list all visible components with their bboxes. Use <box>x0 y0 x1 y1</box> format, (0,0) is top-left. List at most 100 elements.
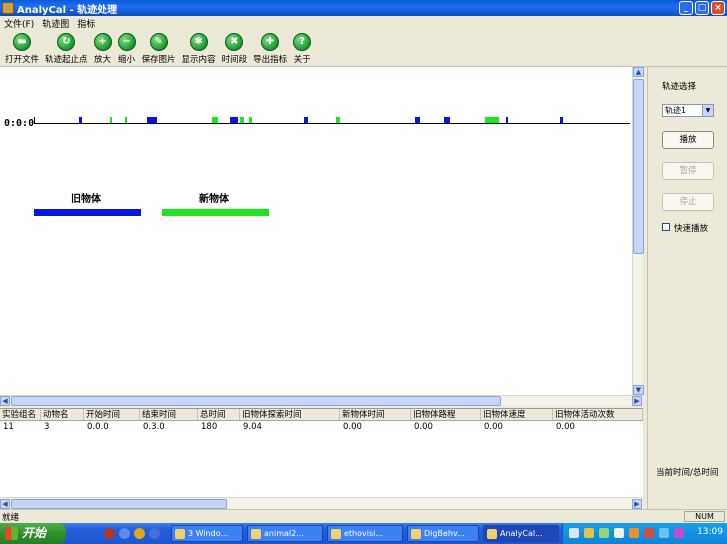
column-header[interactable]: 新物体时间 <box>340 409 411 420</box>
show-content-button[interactable]: ✱ 显示内容 <box>180 30 218 66</box>
taskbar-item-label: DigBehv... <box>424 529 465 538</box>
help-icon: ? <box>293 33 312 51</box>
scroll-down-icon[interactable]: ▼ <box>633 385 644 395</box>
vertical-scrollbar[interactable]: ▲ ▼ <box>632 67 644 395</box>
about-label: 关于 <box>293 55 311 65</box>
taskbar-item[interactable]: 3 Windo... <box>171 525 243 542</box>
maximize-button[interactable]: □ <box>695 1 709 15</box>
table-cell: 180 <box>201 422 218 432</box>
chevron-down-icon[interactable]: ▼ <box>702 105 713 116</box>
column-header[interactable]: 总时间 <box>198 409 240 420</box>
app-window-icon <box>411 529 421 539</box>
save-image-icon: ✎ <box>149 33 168 51</box>
taskbar-item-label: animal2... <box>264 529 304 538</box>
time-segment-label: 时间段 <box>221 55 248 65</box>
table-row[interactable]: 11 3 0.0.0 0.3.0 180 9.04 0.00 0.00 0.00… <box>0 421 643 433</box>
column-header[interactable]: 旧物体速度 <box>481 409 553 420</box>
fast-play-checkbox[interactable] <box>662 223 670 231</box>
taskbar-item[interactable]: DigBehv... <box>407 525 479 542</box>
zoom-out-button[interactable]: − 缩小 <box>116 30 138 66</box>
minimize-button[interactable]: _ <box>679 1 693 15</box>
scroll-right-icon[interactable]: ▶ <box>632 396 642 406</box>
title-bar[interactable]: AnalyCal - 轨迹处理 _ □ × <box>0 0 727 16</box>
taskbar-item[interactable]: ethovisi... <box>327 525 403 542</box>
table-cell: 0.00 <box>343 422 362 432</box>
taskbar-item-active[interactable]: AnalyCal... <box>483 525 559 542</box>
menu-metrics[interactable]: 指标 <box>73 17 99 30</box>
timeline-segment-old <box>560 117 563 123</box>
column-header[interactable]: 旧物体路程 <box>411 409 481 420</box>
quicklaunch-icon[interactable] <box>104 528 115 539</box>
scroll-left-icon[interactable]: ◀ <box>0 396 10 406</box>
open-file-button[interactable]: ▬ 打开文件 <box>3 30 41 66</box>
close-button[interactable]: × <box>711 1 725 15</box>
folder-icon <box>175 529 185 539</box>
tray-icon[interactable] <box>599 528 609 538</box>
tray-icon[interactable] <box>584 528 594 538</box>
horizontal-scroll-thumb[interactable] <box>11 396 501 406</box>
save-image-button[interactable]: ✎ 保存图片 <box>140 30 178 66</box>
clock: 13:09 <box>697 527 723 537</box>
table-cell: 3 <box>44 422 50 432</box>
timeline-segment-old <box>303 117 308 123</box>
open-file-icon: ▬ <box>13 33 31 51</box>
quicklaunch-icon[interactable] <box>119 528 130 539</box>
quicklaunch-icon[interactable] <box>149 528 160 539</box>
timeline-segment-new <box>124 117 127 123</box>
column-header[interactable]: 结束时间 <box>140 409 198 420</box>
zoom-in-button[interactable]: + 放大 <box>92 30 114 66</box>
table-scroll-thumb[interactable] <box>11 499 227 509</box>
taskbar-item[interactable]: animal2... <box>247 525 323 542</box>
play-button[interactable]: 播放 <box>662 131 714 149</box>
timeline-segment-old <box>506 117 509 123</box>
table-cell: 9.04 <box>243 422 262 432</box>
vertical-scroll-thumb[interactable] <box>633 79 644 254</box>
scroll-right-icon[interactable]: ▶ <box>632 499 642 509</box>
taskbar: 开始 3 Windo... animal2... ethovisi... Dig… <box>0 523 727 544</box>
scroll-left-icon[interactable]: ◀ <box>0 499 10 509</box>
track-select[interactable]: 轨迹1 ▼ <box>662 104 714 117</box>
timeline-segment-new <box>212 117 219 123</box>
table-cell: 0.00 <box>484 422 503 432</box>
timeline-start-time: 0:0:0 <box>4 118 35 129</box>
export-metrics-button[interactable]: ✚ 导出指标 <box>251 30 289 66</box>
stop-button[interactable]: 停止 <box>662 193 714 211</box>
column-header[interactable]: 旧物体探索时间 <box>240 409 340 420</box>
current-time-label: 当前时间/总时间 <box>656 468 719 478</box>
menu-track-map[interactable]: 轨迹图 <box>38 17 73 30</box>
export-icon: ✚ <box>261 33 280 51</box>
timeline-segment-old <box>444 117 450 123</box>
system-tray: 13:09 <box>562 523 727 544</box>
open-file-label: 打开文件 <box>5 55 40 65</box>
column-header[interactable]: 开始时间 <box>84 409 140 420</box>
about-button[interactable]: ? 关于 <box>291 30 313 66</box>
tray-icon[interactable] <box>644 528 654 538</box>
timeline-axis <box>34 123 630 124</box>
track-canvas[interactable]: 0:0:0 旧物体 新物体 <box>0 67 632 395</box>
column-header[interactable]: 动物名 <box>41 409 84 420</box>
tray-icon[interactable] <box>629 528 639 538</box>
quicklaunch-icon[interactable] <box>134 528 145 539</box>
start-button[interactable]: 开始 <box>0 523 66 544</box>
tray-icon[interactable] <box>569 528 579 538</box>
horizontal-scrollbar[interactable]: ◀ ▶ <box>0 395 643 406</box>
scroll-up-icon[interactable]: ▲ <box>633 67 644 77</box>
time-segment-button[interactable]: ✖ 时间段 <box>220 30 250 66</box>
timeline-segment-new <box>485 117 500 123</box>
refresh-icon: ↻ <box>57 33 76 51</box>
table-horizontal-scrollbar[interactable]: ◀ ▶ <box>0 497 643 509</box>
pause-button[interactable]: 暂停 <box>662 162 714 180</box>
menu-file[interactable]: 文件(F) <box>0 17 38 30</box>
track-endpoints-button[interactable]: ↻ 轨迹起止点 <box>43 30 90 66</box>
tray-icon[interactable] <box>659 528 669 538</box>
fast-play-label: 快速播放 <box>674 224 709 234</box>
tray-icon[interactable] <box>614 528 624 538</box>
column-header[interactable]: 实验组名 <box>0 409 41 420</box>
timeline-segment-new <box>249 117 252 123</box>
timeline-segment-old <box>415 117 420 123</box>
tray-icon[interactable] <box>674 528 684 538</box>
app-window-icon <box>487 529 497 539</box>
column-header[interactable]: 旧物体活动次数 <box>553 409 643 420</box>
status-text: 就绪 <box>2 513 20 523</box>
results-table: 实验组名 动物名 开始时间 结束时间 总时间 旧物体探索时间 新物体时间 旧物体… <box>0 408 643 497</box>
